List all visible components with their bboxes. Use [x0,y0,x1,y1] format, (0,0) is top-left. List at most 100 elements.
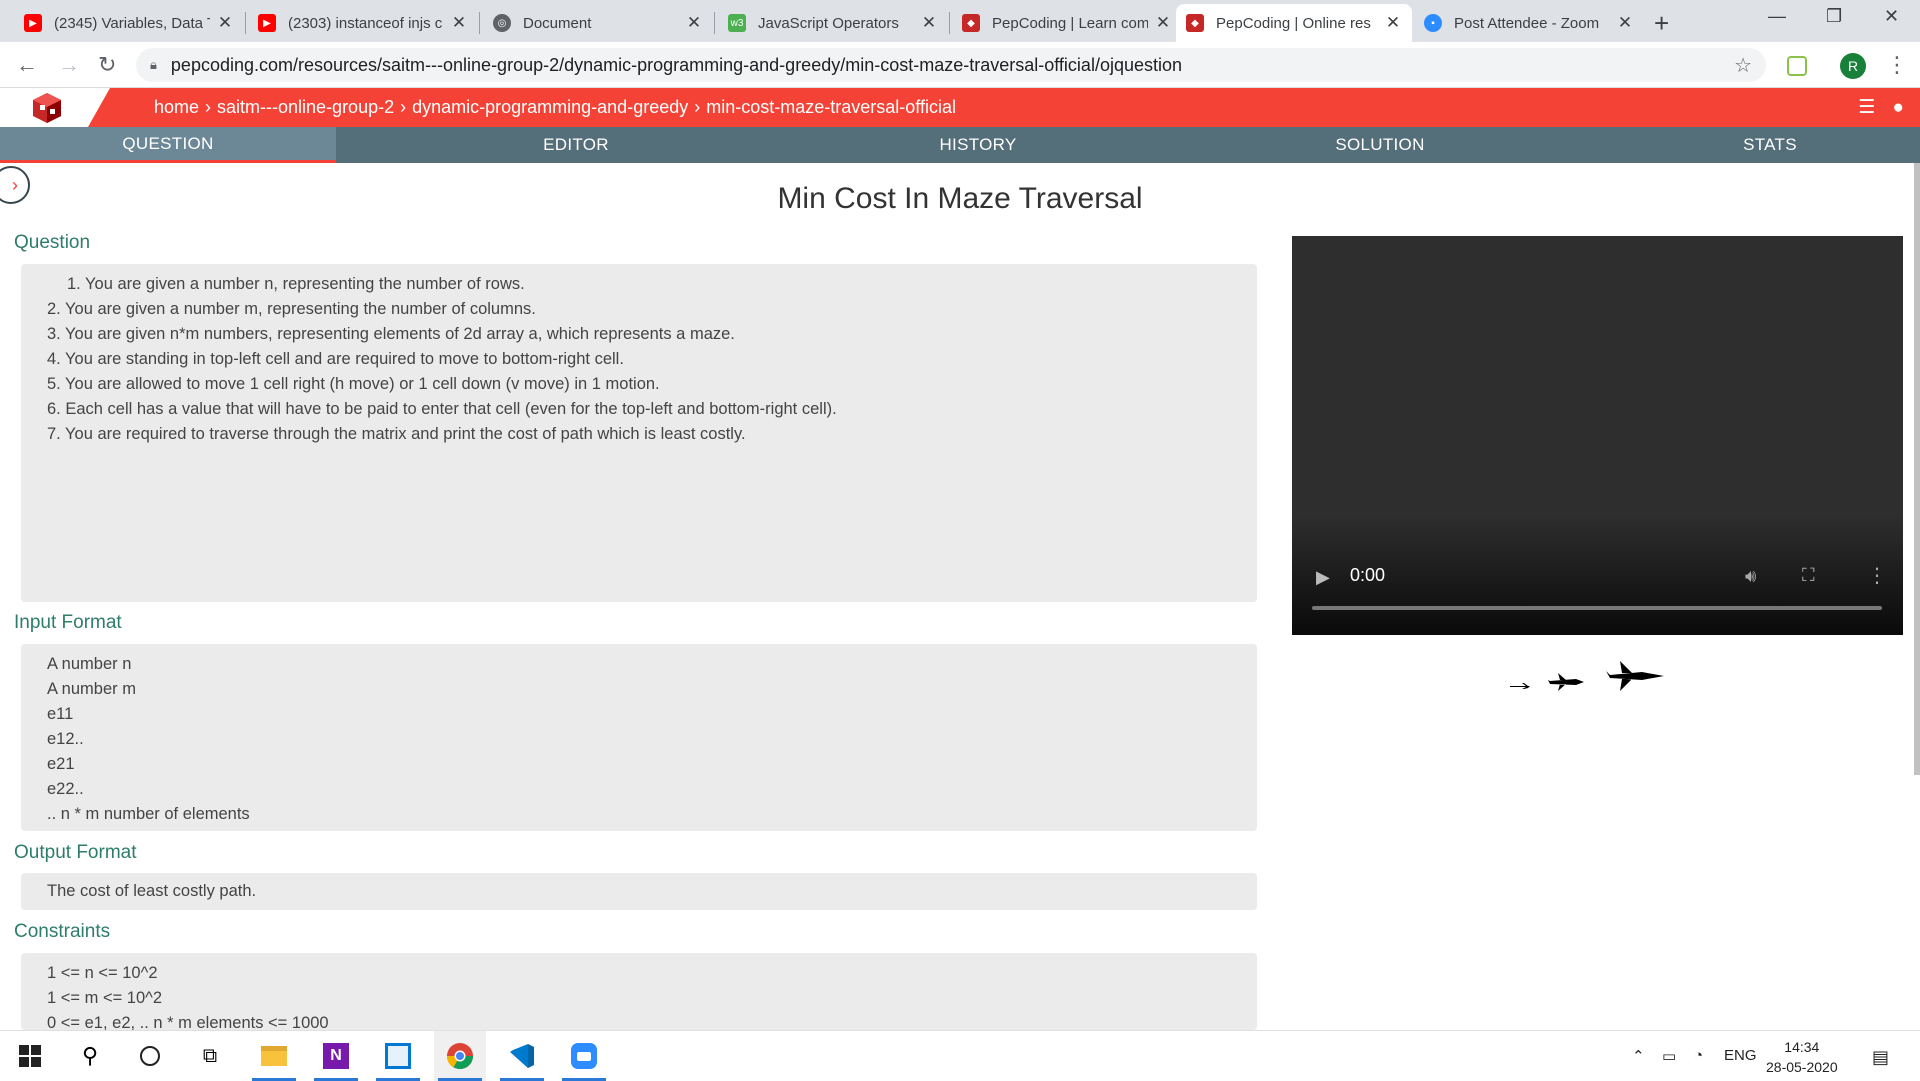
snip-tool-icon[interactable] [372,1031,424,1081]
browser-tab-active[interactable]: ◆ PepCoding | Online res ✕ [1176,4,1412,42]
close-icon[interactable]: ✕ [450,13,468,33]
chevron-right-icon: › [400,97,407,117]
breadcrumb: home › saitm---online-group-2 › dynamic-… [154,97,956,118]
page-scrollbar[interactable] [1914,163,1920,775]
video-time: 0:00 [1350,565,1386,585]
window-close-icon[interactable]: ✕ [1884,6,1899,27]
breadcrumb-topic[interactable]: dynamic-programming-and-greedy [412,97,688,118]
tab-solution[interactable]: SOLUTION [1140,127,1620,163]
input-format-line: e22.. [47,780,84,798]
tab-stats[interactable]: STATS [1620,127,1920,163]
restore-icon[interactable]: ❐ [1826,6,1842,27]
windows-start-icon[interactable] [4,1031,56,1081]
close-icon[interactable]: ✕ [1616,13,1634,33]
breadcrumb-home[interactable]: home [154,97,199,118]
language-indicator[interactable]: ENG [1724,1047,1757,1064]
browser-tab[interactable]: ◆ PepCoding | Learn com ✕ [952,4,1182,42]
clock[interactable]: 14:34 28-05-2020 [1766,1037,1838,1077]
close-icon[interactable]: ✕ [920,13,938,33]
input-format-line: e21 [47,755,75,773]
new-tab-button[interactable]: + [1654,8,1669,39]
reload-icon[interactable]: ↻ [98,52,116,78]
youtube-icon: ▶ [24,14,42,32]
volume-icon[interactable]: 🔊︎ [1745,566,1756,587]
close-icon[interactable]: ✕ [685,13,703,33]
logo-area [0,88,110,127]
question-line: 1. You are given a number n, representin… [67,275,525,293]
close-icon[interactable]: ✕ [1154,13,1172,33]
input-format-line: A number n [47,655,132,673]
question-line: 4. You are standing in top-left cell and… [47,350,624,368]
globe-icon: ◎ [493,14,511,32]
chevron-up-icon[interactable]: ⌃ [1632,1047,1645,1065]
vscode-icon[interactable] [496,1031,548,1081]
close-icon[interactable]: ✕ [1384,13,1402,33]
chrome-icon[interactable] [434,1031,486,1081]
clock-time: 14:34 [1784,1039,1820,1055]
tab-history[interactable]: HISTORY [816,127,1140,163]
tab-title: (2303) instanceof injs c [288,14,443,32]
user-icon[interactable]: ● [1893,97,1904,118]
browser-tab[interactable]: w3 JavaScript Operators ✕ [718,4,948,42]
notifications-icon[interactable]: ▤ [1872,1047,1889,1068]
constraints-line: 1 <= n <= 10^2 [47,964,158,982]
tab-question[interactable]: QUESTION [0,127,336,163]
zoom-app-icon[interactable] [558,1031,610,1081]
output-format-label: Output Format [14,842,137,863]
browser-toolbar: ← → ↻ 🔒︎ pepcoding.com/resources/saitm--… [0,42,1920,88]
pepcoding-logo-icon[interactable] [30,91,64,125]
youtube-icon: ▶ [258,14,276,32]
task-view-icon[interactable]: ⧉ [184,1031,236,1081]
input-format-line: e11 [47,705,74,723]
fullscreen-icon[interactable]: ⛶ [1802,565,1815,586]
tab-title: Document [523,14,592,32]
file-explorer-icon[interactable] [248,1031,300,1081]
clock-date: 28-05-2020 [1766,1059,1838,1075]
bookmark-star-icon[interactable]: ☆ [1734,53,1752,78]
question-line: 3. You are given n*m numbers, representi… [47,325,735,343]
back-icon[interactable]: ← [16,52,38,78]
forward-icon[interactable]: → [58,52,80,78]
breadcrumb-current[interactable]: min-cost-maze-traversal-official [706,97,956,118]
video-player[interactable]: ▶ 0:00 🔊︎ ⛶ ⋮ [1292,236,1903,635]
output-format-line: The cost of least costly path. [47,882,257,900]
browser-tab[interactable]: ▶ (2345) Variables, Data T ✕ [14,4,244,42]
question-line: 7. You are required to traverse through … [47,425,746,443]
problem-tabs: QUESTION EDITOR HISTORY SOLUTION STATS [0,127,1920,163]
minimize-icon[interactable]: — [1768,6,1786,27]
tab-editor[interactable]: EDITOR [336,127,816,163]
question-box: 1. You are given a number n, representin… [21,264,1257,602]
input-format-line: .. n * m number of elements [47,805,250,823]
question-label: Question [14,232,91,253]
tab-title: JavaScript Operators [758,14,899,32]
windows-taskbar: ⚲ ⧉ N ⌃ ▭ ◔ ENG 14:34 28-05-2020 ▤ [0,1030,1920,1081]
more-options-icon[interactable]: ⋮ [1867,563,1887,588]
browser-tab[interactable]: ▶ (2303) instanceof injs c ✕ [248,4,478,42]
close-icon[interactable]: ✕ [216,13,234,33]
video-progress-bar[interactable] [1312,606,1882,610]
question-line: 5. You are allowed to move 1 cell right … [47,375,660,393]
question-line: 2. You are given a number m, representin… [47,300,536,318]
zoom-icon: ▪ [1424,14,1442,32]
w3-icon: w3 [728,14,746,32]
browser-menu-icon[interactable]: ⋮ [1886,52,1908,78]
browser-tab[interactable]: ▪ Post Attendee - Zoom ✕ [1414,4,1644,42]
battery-icon[interactable]: ▭ [1662,1047,1676,1065]
header-icons: ☰ ● [1858,96,1904,119]
wifi-icon[interactable]: ◔ [1694,1047,1703,1064]
page-title: Min Cost In Maze Traversal [777,182,1143,215]
browser-tab[interactable]: ◎ Document ✕ [483,4,713,42]
list-icon[interactable]: ☰ [1858,97,1875,118]
input-format-line: e12.. [47,730,84,748]
tab-title: Post Attendee - Zoom [1454,14,1600,32]
search-icon[interactable]: ⚲ [64,1031,116,1081]
cortana-icon[interactable] [124,1031,176,1081]
breadcrumb-group[interactable]: saitm---online-group-2 [217,97,394,118]
extension-icon[interactable] [1787,56,1807,76]
play-icon[interactable]: ▶ [1316,567,1330,588]
question-line: 6. Each cell has a value that will have … [47,400,837,418]
onenote-icon[interactable]: N [310,1031,362,1081]
address-bar[interactable]: 🔒︎ pepcoding.com/resources/saitm---onlin… [136,48,1766,82]
profile-avatar[interactable]: R [1840,53,1866,79]
url-text: pepcoding.com/resources/saitm---online-g… [170,54,1183,75]
